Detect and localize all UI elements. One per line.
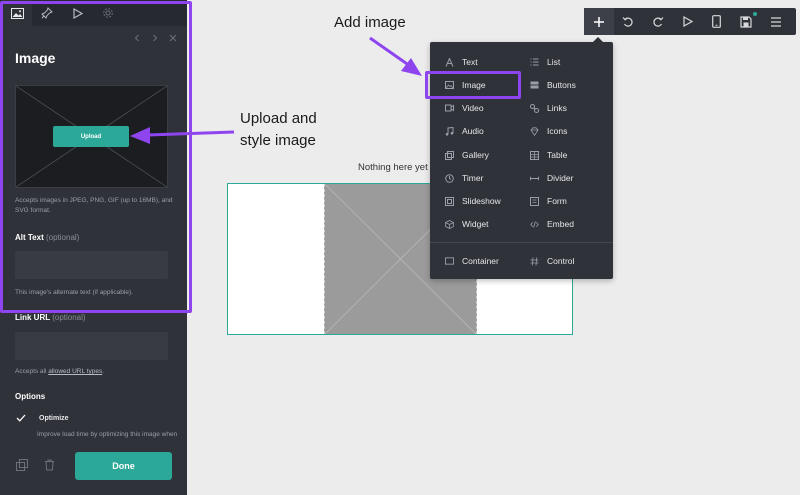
mobile-view-button[interactable] [702,8,732,35]
hamburger-icon [770,16,781,27]
menu-item-label: Form [547,196,567,206]
form-icon [530,196,539,206]
cube-icon [445,219,454,229]
undo-icon [622,16,633,27]
menu-item-embed[interactable]: Embed [530,216,574,232]
link-url-help-prefix: Accepts all [15,368,49,375]
save-button[interactable] [732,8,762,35]
table-icon [530,150,539,160]
link-url-input[interactable] [15,332,168,360]
menu-divider [430,242,613,243]
menu-item-label: Audio [462,126,484,136]
divider-icon [530,174,539,183]
menu-item-gallery[interactable]: Gallery [445,147,489,163]
video-icon [445,104,454,113]
text-icon [445,57,454,67]
link-url-label: Link URL (optional) [15,313,86,322]
menu-button[interactable] [761,8,791,35]
menu-item-control[interactable]: Control [530,253,574,269]
options-label: Options [15,392,46,401]
editor-toolbar [584,8,796,35]
sidebar-highlight [0,1,192,313]
menu-item-slideshow[interactable]: Slideshow [445,193,501,209]
menu-item-label: Buttons [547,80,576,90]
menu-item-video[interactable]: Video [445,100,484,116]
menu-item-icons[interactable]: Icons [530,123,567,139]
add-image-arrow-annotation [369,36,422,76]
menu-item-label: Timer [462,173,484,183]
link-icon [530,103,539,113]
menu-item-label: List [547,57,561,67]
menu-item-list[interactable]: List [530,54,560,70]
menu-item-label: Embed [547,219,574,229]
menu-item-label: Divider [547,173,574,183]
menu-item-timer[interactable]: Timer [445,170,483,186]
menu-item-label: Container [462,256,499,266]
empty-state-note: Nothing here yet [358,162,428,173]
buttons-icon [530,81,539,90]
list-icon [530,58,539,67]
save-icon [740,15,752,28]
slideshow-icon [445,196,454,206]
upload-annotation-line1: Upload and [240,110,317,127]
redo-icon [653,16,664,27]
done-button[interactable]: Done [75,452,172,480]
allowed-url-types-link[interactable]: allowed URL types [48,368,102,375]
gallery-icon [445,150,454,160]
music-note-icon [445,126,454,136]
menu-item-label: Text [462,57,478,67]
menu-item-audio[interactable]: Audio [445,123,484,139]
menu-item-label: Widget [462,219,489,229]
menu-item-table[interactable]: Table [530,147,567,163]
preview-button[interactable] [673,8,703,35]
link-url-optional: (optional) [52,313,86,322]
container-icon [445,257,454,266]
hash-icon [530,256,539,266]
optimize-label: Optimize [39,414,69,422]
add-image-annotation: Add image [334,14,406,31]
phone-icon [712,15,722,28]
menu-item-text[interactable]: Text [445,54,478,70]
upload-arrow-annotation [130,127,235,144]
link-url-help: Accepts all allowed URL types. [15,367,175,377]
redo-button[interactable] [643,8,673,35]
menu-item-label: Table [547,150,568,160]
code-icon [530,220,539,229]
play-icon [683,16,693,27]
plus-icon [593,16,604,27]
menu-item-widget[interactable]: Widget [445,216,488,232]
image-item-highlight [425,71,521,99]
upload-annotation: Upload and style image [240,108,317,152]
add-element-button[interactable] [584,8,614,35]
trash-icon[interactable] [42,458,56,472]
optimize-help: Improve load time by optimizing this ima… [37,431,178,438]
menu-item-buttons[interactable]: Buttons [530,77,576,93]
upload-annotation-line2: style image [240,132,316,149]
menu-item-links[interactable]: Links [530,100,567,116]
menu-item-label: Icons [547,126,568,136]
undo-button[interactable] [614,8,644,35]
timer-icon [445,173,454,183]
optimize-option[interactable]: Optimize [15,412,69,424]
menu-item-label: Video [462,103,484,113]
menu-item-container[interactable]: Container [445,253,499,269]
link-url-help-suffix: . [102,368,105,375]
link-url-label-text: Link URL [15,313,50,322]
unsaved-indicator [753,12,757,16]
menu-item-label: Slideshow [462,196,501,206]
check-icon[interactable] [15,412,27,424]
menu-item-label: Gallery [462,150,489,160]
menu-item-label: Control [547,256,575,266]
diamond-icon [530,126,539,136]
menu-item-divider[interactable]: Divider [530,170,573,186]
menu-item-label: Links [547,103,567,113]
menu-item-form[interactable]: Form [530,193,567,209]
duplicate-icon[interactable] [15,458,29,472]
